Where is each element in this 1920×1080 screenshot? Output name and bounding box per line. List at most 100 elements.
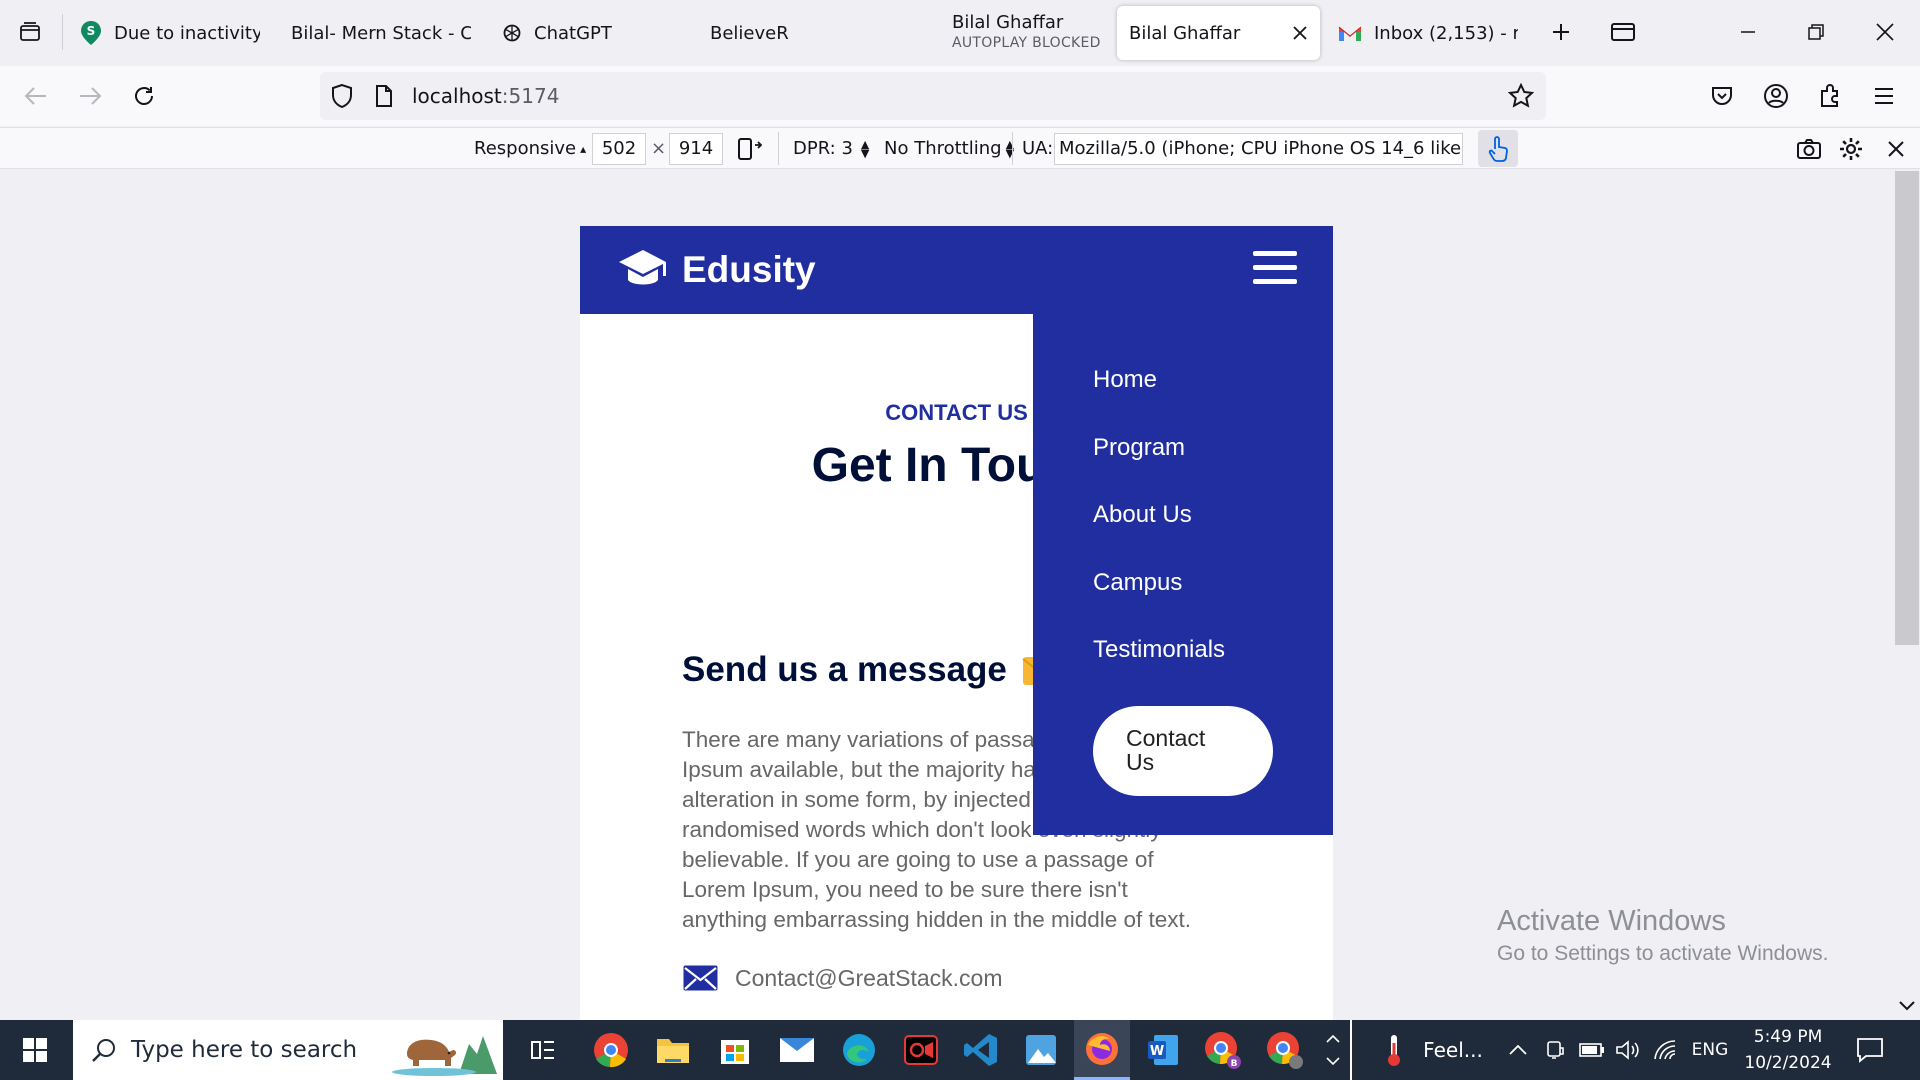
tab-due-to-inactivity[interactable]: S Due to inactivity, t [80, 6, 260, 60]
dpr-label: DPR: 3 [793, 138, 853, 159]
width-input[interactable]: 502 [592, 132, 646, 165]
close-tab-button[interactable] [1292, 25, 1308, 41]
nav-link-testimonials[interactable]: Testimonials [1093, 636, 1333, 704]
touch-simulation-button[interactable] [1478, 130, 1518, 167]
tab-autoplay-status: AUTOPLAY BLOCKED [952, 35, 1101, 51]
chevron-down-icon [1326, 1057, 1340, 1065]
rotate-device-icon [738, 137, 763, 160]
dpr-selector[interactable]: DPR: 3 ▲ ▼ [793, 128, 869, 169]
tab-title: Inbox (2,153) - rba [1374, 22, 1518, 44]
user-agent-input[interactable]: Mozilla/5.0 (iPhone; CPU iPhone OS 14_6 … [1054, 132, 1463, 165]
taskbar-file-explorer[interactable] [648, 1020, 698, 1080]
taskbar-mail[interactable] [772, 1020, 822, 1080]
contact-us-button[interactable]: Contact Us [1093, 706, 1273, 796]
ua-field-wrap: Mozilla/5.0 (iPhone; CPU iPhone OS 14_6 … [1054, 128, 1463, 169]
nav-link-home[interactable]: Home [1093, 366, 1333, 434]
task-view-icon [531, 1041, 554, 1059]
taskbar-firefox-active[interactable] [1074, 1020, 1130, 1080]
reload-button[interactable] [122, 74, 166, 118]
back-button[interactable] [14, 74, 58, 118]
height-value: 914 [678, 138, 714, 159]
wifi-button[interactable] [1652, 1020, 1680, 1080]
height-field-wrap: 914 [669, 128, 723, 169]
app-menu-button[interactable] [1862, 74, 1906, 118]
taskbar-separator [1350, 1020, 1352, 1080]
device-selector[interactable]: Responsive ▴ [474, 128, 586, 169]
tracking-protection-icon[interactable] [330, 83, 354, 109]
arrow-right-icon [80, 87, 102, 105]
pocket-button[interactable] [1700, 74, 1744, 118]
tab-title: Bilal- Mern Stack - CV. [291, 22, 471, 44]
menu-toggle-button[interactable] [1253, 251, 1297, 289]
weather-widget[interactable]: Feel... [1368, 1020, 1498, 1080]
user-agent-value: Mozilla/5.0 (iPhone; CPU iPhone OS 14_6 … [1059, 138, 1463, 159]
volume-button[interactable] [1614, 1020, 1642, 1080]
hamburger-line [1253, 279, 1297, 284]
tab-bilal-ghaffar-audio[interactable]: Bilal Ghaffar AUTOPLAY BLOCKED [952, 6, 1102, 60]
language-indicator[interactable]: ENG [1688, 1020, 1732, 1080]
page-info-icon[interactable] [374, 84, 394, 108]
close-rdm-button[interactable] [1886, 128, 1906, 169]
new-tab-button[interactable] [1539, 10, 1583, 54]
scroll-down-arrow[interactable] [1898, 999, 1916, 1013]
taskbar-overflow[interactable] [1318, 1020, 1348, 1080]
updown-icon: ▲ ▼ [860, 137, 870, 160]
tab-believer[interactable]: BelieveR [710, 6, 850, 60]
task-view-button[interactable] [518, 1020, 568, 1080]
tab-gmail-inbox[interactable]: Inbox (2,153) - rba [1338, 6, 1518, 60]
taskbar-recorder[interactable] [896, 1020, 946, 1080]
tab-list-button[interactable] [8, 10, 52, 54]
svg-text:W: W [1150, 1044, 1164, 1059]
start-button[interactable] [0, 1020, 70, 1080]
battery-indicator[interactable] [1578, 1020, 1606, 1080]
contact-email-text[interactable]: Contact@GreatStack.com [735, 965, 1003, 992]
tab-bilal-cv[interactable]: Bilal- Mern Stack - CV. [291, 6, 471, 60]
folder-icon [657, 1039, 689, 1063]
word-icon: W [1148, 1035, 1178, 1065]
nav-link-campus[interactable]: Campus [1093, 569, 1333, 637]
device-selector-label: Responsive [474, 138, 577, 159]
search-placeholder: Type here to search [131, 1037, 358, 1063]
rdm-divider [778, 132, 779, 165]
tab-chatgpt[interactable]: ChatGPT [502, 6, 652, 60]
close-window-button[interactable] [1863, 10, 1907, 54]
meet-now-button[interactable] [1542, 1020, 1568, 1080]
minimize-button[interactable] [1726, 10, 1770, 54]
notification-center-button[interactable] [1848, 1020, 1892, 1080]
nav-link-about-us[interactable]: About Us [1093, 501, 1333, 569]
gmail-icon [1338, 24, 1362, 42]
taskbar-chrome[interactable] [586, 1020, 636, 1080]
taskbar-photos[interactable] [1016, 1020, 1066, 1080]
tab-title: Bilal Ghaffar [1129, 22, 1241, 44]
url-text[interactable]: localhost:5174 [412, 84, 559, 108]
taskbar-chrome-profile-b[interactable]: B [1198, 1020, 1248, 1080]
nav-link-program[interactable]: Program [1093, 434, 1333, 502]
site-logo[interactable]: Edusity [618, 248, 816, 292]
taskbar-edge[interactable] [834, 1020, 884, 1080]
taskbar-chrome-profile-2[interactable] [1260, 1020, 1310, 1080]
clock[interactable]: 5:49 PM 10/2/2024 [1742, 1020, 1834, 1080]
taskbar-word[interactable]: W [1138, 1020, 1188, 1080]
extensions-button[interactable] [1808, 74, 1852, 118]
forward-button[interactable] [68, 74, 112, 118]
restore-button[interactable] [1794, 10, 1838, 54]
height-input[interactable]: 914 [669, 132, 723, 165]
address-bar[interactable]: localhost:5174 [320, 72, 1546, 120]
throttling-selector[interactable]: No Throttling ▲ ▼ [884, 128, 1014, 169]
firefox-view-button[interactable] [1601, 10, 1645, 54]
navigation-toolbar: localhost:5174 [0, 66, 1920, 126]
ua-label: UA: [1022, 138, 1054, 159]
rotate-button[interactable] [737, 128, 763, 169]
page-scrollbar-thumb[interactable] [1895, 171, 1919, 645]
hamburger-icon [1875, 88, 1893, 104]
tab-bilal-ghaffar-active[interactable]: Bilal Ghaffar [1117, 6, 1320, 60]
mail-app-icon [780, 1038, 814, 1062]
bookmark-star-button[interactable] [1508, 83, 1534, 109]
rdm-settings-button[interactable] [1838, 128, 1864, 169]
taskbar-search-box[interactable]: Type here to search [73, 1020, 503, 1080]
account-button[interactable] [1754, 74, 1798, 118]
taskbar-vscode[interactable] [956, 1020, 1006, 1080]
taskbar-store[interactable] [710, 1020, 760, 1080]
show-hidden-icons-button[interactable] [1504, 1020, 1532, 1080]
screenshot-button[interactable] [1796, 128, 1822, 169]
